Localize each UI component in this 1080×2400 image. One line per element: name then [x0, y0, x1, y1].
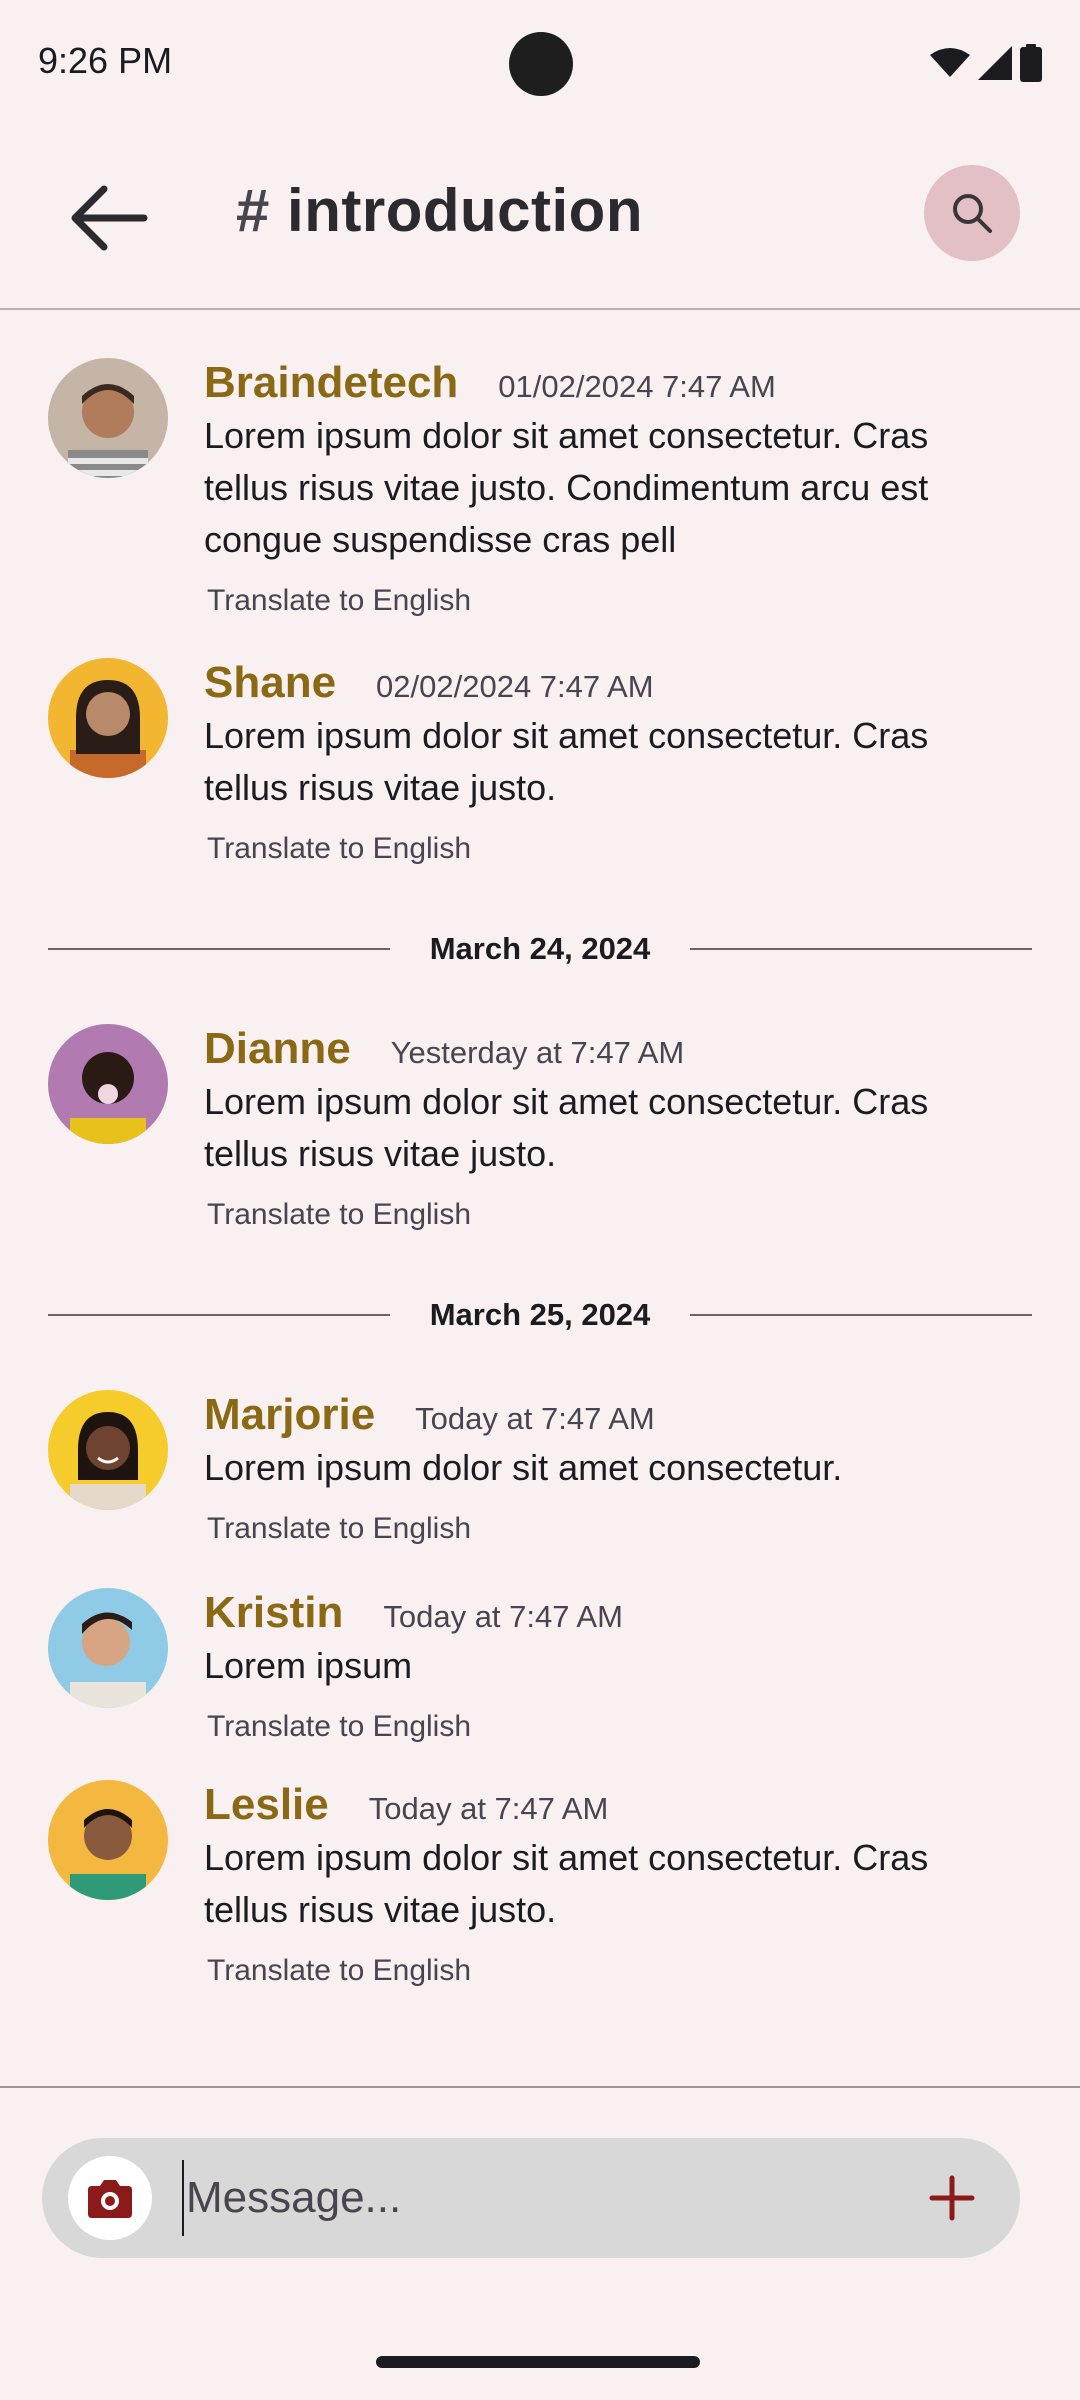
channel-name: introduction [287, 177, 643, 244]
avatar[interactable] [48, 1390, 168, 1510]
message-time: Today at 7:47 AM [383, 1599, 623, 1634]
sender-name[interactable]: Marjorie [204, 1390, 375, 1440]
message-text: Lorem ipsum dolor sit amet consectetur. … [204, 415, 929, 560]
camera-icon [88, 2180, 132, 2218]
home-indicator[interactable] [376, 2356, 700, 2368]
channel-title: # introduction [236, 176, 643, 245]
message-text: Lorem ipsum [204, 1645, 413, 1686]
date-divider-label: March 25, 2024 [429, 1297, 651, 1332]
message-text: Lorem ipsum dolor sit amet consectetur. … [204, 715, 929, 808]
message-text: Lorem ipsum dolor sit amet consectetur. … [204, 1837, 929, 1930]
back-button[interactable] [60, 170, 156, 266]
message-text: Lorem ipsum dolor sit amet consectetur. … [204, 1081, 929, 1174]
translate-link[interactable]: Translate to English [207, 1710, 1040, 1744]
translate-link[interactable]: Translate to English [207, 584, 1040, 618]
date-divider: March 24, 2024 [48, 929, 1032, 969]
message-composer [42, 2138, 1020, 2258]
status-time: 9:26 PM [38, 40, 173, 81]
sender-name[interactable]: Braindetech [204, 358, 458, 408]
translate-link[interactable]: Translate to English [207, 1198, 1040, 1232]
status-bar: 9:26 PM [0, 0, 1080, 120]
translate-link[interactable]: Translate to English [207, 832, 1040, 866]
signal-icon [978, 46, 1012, 80]
plus-icon [929, 2175, 975, 2221]
sender-name[interactable]: Kristin [204, 1588, 343, 1638]
search-button[interactable] [924, 165, 1020, 261]
app-bar: # introduction [0, 120, 1080, 310]
message-time: 02/02/2024 7:47 AM [376, 669, 654, 704]
wifi-icon [930, 48, 970, 77]
message-time: Today at 7:47 AM [415, 1401, 655, 1436]
avatar[interactable] [48, 658, 168, 778]
translate-link[interactable]: Translate to English [207, 1954, 1040, 1988]
date-divider-label: March 24, 2024 [429, 931, 651, 966]
message-time: Yesterday at 7:47 AM [390, 1035, 685, 1070]
avatar[interactable] [48, 1024, 168, 1144]
date-divider: March 25, 2024 [48, 1295, 1032, 1335]
front-camera-cutout [509, 32, 573, 96]
translate-link[interactable]: Translate to English [207, 1512, 1040, 1546]
channel-hash: # [236, 177, 270, 244]
arrow-back-icon [71, 185, 148, 251]
message-text: Lorem ipsum dolor sit amet consectetur. [204, 1447, 843, 1488]
message-time: 01/02/2024 7:47 AM [498, 369, 776, 404]
message-input[interactable] [182, 2160, 802, 2236]
status-icons [930, 44, 1042, 82]
chat-screen: 9:26 PM # introduction Braindetech 01/02… [0, 0, 1080, 2400]
avatar[interactable] [48, 358, 168, 478]
sender-name[interactable]: Dianne [204, 1024, 351, 1074]
battery-icon [1020, 44, 1042, 82]
add-attachment-button[interactable] [912, 2158, 992, 2238]
message-time: Today at 7:47 AM [368, 1791, 609, 1826]
sender-name[interactable]: Shane [204, 658, 336, 708]
avatar[interactable] [48, 1780, 168, 1900]
composer-divider [0, 2086, 1080, 2088]
camera-button[interactable] [68, 2156, 152, 2240]
search-icon [953, 194, 992, 233]
sender-name[interactable]: Leslie [204, 1780, 329, 1830]
avatar[interactable] [48, 1588, 168, 1708]
